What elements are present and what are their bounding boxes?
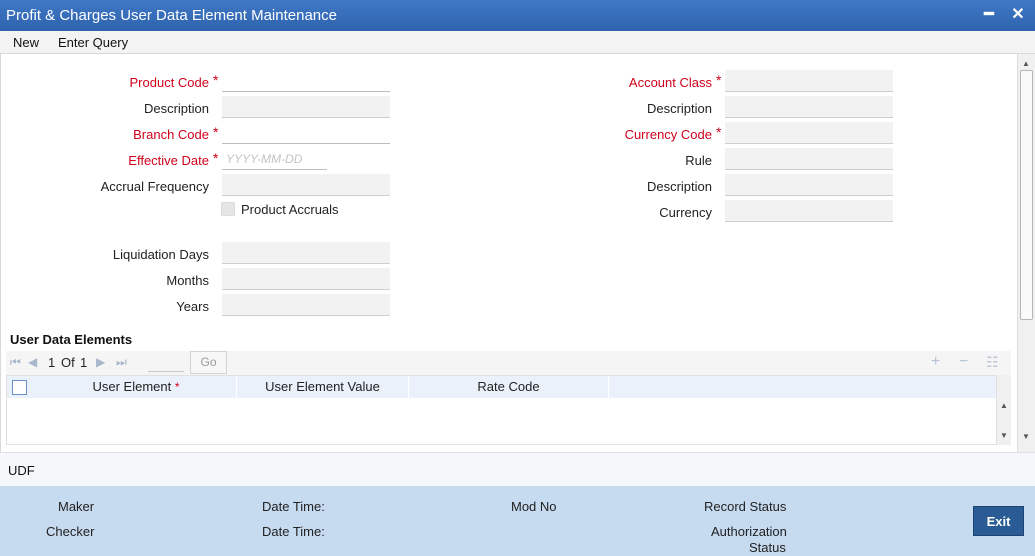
form-scrollbar[interactable]: ▲ ▼	[1017, 54, 1035, 452]
user-element-required-mark: *	[174, 380, 180, 394]
grid-scrollbar[interactable]: ▲ ▼	[997, 375, 1011, 445]
product-code-required-mark: *	[213, 72, 219, 88]
go-button[interactable]: Go	[190, 351, 227, 374]
product-description-field	[222, 96, 390, 118]
grid-scroll-up-icon[interactable]: ▲	[1000, 401, 1008, 410]
product-code-input[interactable]	[222, 70, 390, 92]
years-label: Years	[176, 299, 209, 314]
single-view-icon[interactable]: ☷	[986, 354, 999, 371]
liquidation-days-label: Liquidation Days	[112, 247, 209, 262]
currency-code-label: Currency Code	[624, 127, 712, 142]
account-class-label: Account Class	[628, 75, 712, 90]
description-label: Description	[143, 101, 209, 116]
window-title: Profit & Charges User Data Element Maint…	[6, 7, 337, 24]
months-label: Months	[166, 273, 209, 288]
enter-query-menu-item[interactable]: Enter Query	[58, 35, 128, 50]
scrollbar-thumb[interactable]	[1020, 70, 1033, 320]
liquidation-days-field[interactable]	[222, 242, 390, 264]
user-element-header-label: User Element	[92, 379, 172, 394]
total-pages: 1	[80, 355, 88, 370]
rule-field[interactable]	[725, 148, 893, 170]
rule-description-field	[725, 174, 893, 196]
authorization-status-label-line2: Status	[749, 540, 786, 555]
user-element-column-header[interactable]: User Element *	[36, 376, 237, 398]
page-jump-input[interactable]	[148, 371, 184, 372]
accrual-frequency-field[interactable]	[222, 174, 390, 196]
rule-label: Rule	[685, 153, 712, 168]
checker-label: Checker	[46, 524, 95, 539]
branch-code-input[interactable]	[222, 122, 390, 144]
previous-page-icon[interactable]: ◀	[28, 355, 37, 369]
currency-field[interactable]	[725, 200, 893, 222]
product-code-label: Product Code	[129, 75, 210, 90]
branch-code-required-mark: *	[213, 124, 219, 140]
account-class-description-field	[725, 96, 893, 118]
product-accruals-checkbox[interactable]	[221, 202, 235, 216]
currency-label: Currency	[659, 205, 712, 220]
add-row-icon[interactable]: +	[931, 353, 940, 371]
delete-row-icon[interactable]: −	[959, 353, 968, 371]
maker-date-time-label: Date Time:	[262, 499, 325, 514]
select-all-checkbox[interactable]	[12, 380, 27, 395]
grid-scroll-down-icon[interactable]: ▼	[1000, 431, 1008, 440]
effective-date-input[interactable]: YYYY-MM-DD	[222, 148, 327, 170]
rate-code-column-header[interactable]: Rate Code	[409, 376, 609, 398]
grid-toolbar: ⏮ ◀ 1 Of 1 ▶ ⏭ Go + − ☷	[6, 351, 1011, 375]
grid-header: User Element * User Element Value Rate C…	[7, 376, 996, 398]
mod-no-label: Mod No	[511, 499, 557, 514]
maker-label: Maker	[58, 499, 95, 514]
effective-date-label: Effective Date	[128, 153, 209, 168]
user-element-value-column-header[interactable]: User Element Value	[237, 376, 409, 398]
currency-code-required-mark: *	[716, 124, 722, 140]
exit-button[interactable]: Exit	[973, 506, 1024, 536]
months-field[interactable]	[222, 268, 390, 290]
record-status-label: Record Status	[704, 499, 787, 514]
accrual-frequency-label: Accrual Frequency	[100, 179, 209, 194]
close-icon[interactable]: ✕	[1008, 4, 1028, 26]
audit-footer: Maker Checker Date Time: Date Time: Mod …	[0, 486, 1035, 556]
account-class-input[interactable]	[725, 70, 893, 92]
user-data-elements-title: User Data Elements	[10, 332, 133, 347]
page-of-label: Of	[61, 355, 75, 370]
years-field[interactable]	[222, 294, 390, 316]
user-data-elements-grid: User Element * User Element Value Rate C…	[6, 375, 997, 445]
new-menu-item[interactable]: New	[13, 35, 39, 50]
authorization-status-label-line1: Authorization	[711, 524, 787, 539]
branch-code-label: Branch Code	[133, 127, 209, 142]
account-class-required-mark: *	[716, 72, 722, 88]
minimize-icon[interactable]: ━	[979, 4, 999, 26]
account-class-description-label: Description	[646, 101, 712, 116]
window-titlebar: Profit & Charges User Data Element Maint…	[0, 0, 1035, 31]
current-page-number[interactable]: 1	[48, 355, 55, 370]
scroll-up-icon[interactable]: ▲	[1022, 59, 1030, 68]
effective-date-required-mark: *	[213, 150, 219, 166]
rule-description-label: Description	[646, 179, 712, 194]
udf-bar: UDF	[0, 452, 1035, 486]
first-page-icon[interactable]: ⏮	[10, 355, 21, 370]
currency-code-input[interactable]	[725, 122, 893, 144]
next-page-icon[interactable]: ▶	[96, 355, 105, 369]
product-accruals-label: Product Accruals	[241, 202, 339, 217]
last-page-icon[interactable]: ⏭	[116, 355, 127, 370]
checker-date-time-label: Date Time:	[262, 524, 325, 539]
udf-link[interactable]: UDF	[8, 463, 35, 478]
menu-bar: New Enter Query	[0, 31, 1035, 54]
scroll-down-icon[interactable]: ▼	[1022, 432, 1030, 441]
effective-date-placeholder: YYYY-MM-DD	[226, 152, 303, 166]
